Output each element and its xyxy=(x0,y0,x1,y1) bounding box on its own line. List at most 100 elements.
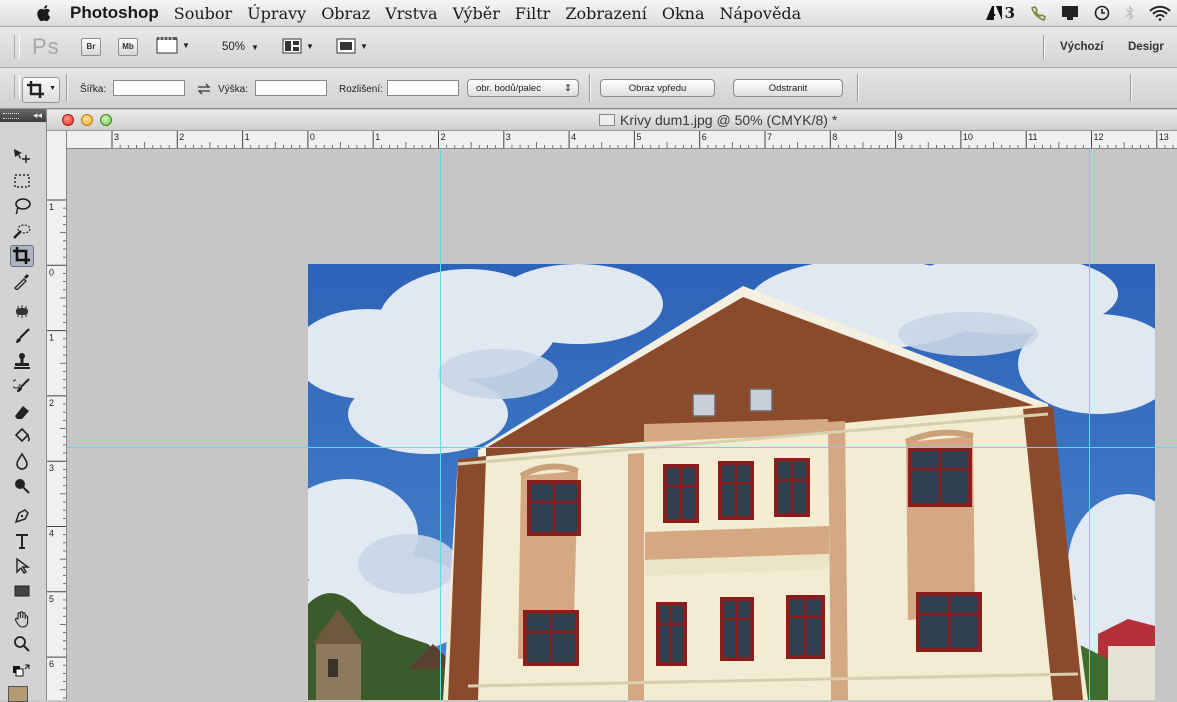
menu-help[interactable]: Nápověda xyxy=(719,4,801,23)
status-tray: 3 xyxy=(985,0,1177,26)
bluetooth-icon[interactable] xyxy=(1125,5,1135,21)
height-input[interactable] xyxy=(255,80,327,96)
vertical-ruler-ticks: 1 0 1 2 3 4 5 6 xyxy=(47,199,66,699)
blur-tool[interactable] xyxy=(10,450,34,472)
paint-bucket-tool[interactable] xyxy=(10,425,34,447)
appbar-grip xyxy=(14,35,20,59)
history-brush-tool[interactable] xyxy=(10,375,34,397)
menu-file[interactable]: Soubor xyxy=(174,4,232,23)
pen-icon xyxy=(14,509,29,524)
ruler-label: 5 xyxy=(49,594,54,604)
path-selection-tool[interactable] xyxy=(10,555,34,577)
ruler-label: 13 xyxy=(1159,132,1169,142)
horizontal-guide[interactable] xyxy=(67,447,1177,448)
swap-dimensions-icon[interactable] xyxy=(197,83,211,95)
minimize-window-button[interactable] xyxy=(81,114,93,126)
brush-icon xyxy=(16,328,30,343)
menu-app-name[interactable]: Photoshop xyxy=(70,3,159,23)
resolution-unit-select[interactable]: obr. bodů/palec ⇕ xyxy=(467,79,579,97)
view-extras-button[interactable]: ▼ xyxy=(156,36,190,54)
pen-tool[interactable] xyxy=(10,505,34,527)
horizontal-ruler[interactable]: 3 2 1 0 1 2 3 4 5 6 7 8 9 10 11 12 13 xyxy=(66,131,1177,149)
wifi-icon[interactable] xyxy=(1149,5,1171,21)
ruler-label: 10 xyxy=(963,132,973,142)
menu-image[interactable]: Obraz xyxy=(321,4,370,23)
default-colors-tool[interactable] xyxy=(10,659,34,681)
vertical-ruler[interactable]: 1 0 1 2 3 4 5 6 xyxy=(47,131,67,700)
adobe-updates-indicator[interactable]: 3 xyxy=(985,4,1015,22)
tool-preset-picker[interactable]: ▼ xyxy=(22,77,60,103)
hand-tool[interactable] xyxy=(10,608,34,630)
drop-icon xyxy=(16,452,28,470)
chevron-down-icon: ▼ xyxy=(306,41,314,51)
apple-icon[interactable] xyxy=(36,4,54,22)
eraser-tool[interactable] xyxy=(10,400,34,422)
collapse-panel-icon[interactable]: ◂◂ xyxy=(33,110,42,121)
height-label: Výška: xyxy=(218,84,249,95)
workspace-design-button[interactable]: Desigr xyxy=(1128,41,1164,53)
clear-button[interactable]: Odstranit xyxy=(733,79,843,97)
ruler-label: 1 xyxy=(49,333,54,343)
resolution-input[interactable] xyxy=(387,80,459,96)
chevron-down-icon: ▼ xyxy=(182,40,190,50)
crop-tool[interactable] xyxy=(10,245,34,267)
optbar-separator xyxy=(1130,74,1132,102)
front-image-button[interactable]: Obraz vpředu xyxy=(600,79,715,97)
marquee-tool[interactable] xyxy=(10,170,34,192)
zoom-level-value: 50% xyxy=(222,41,246,53)
crop-icon xyxy=(13,247,30,264)
quick-selection-tool[interactable] xyxy=(10,220,34,242)
time-machine-icon[interactable] xyxy=(1093,5,1111,21)
canvas-area[interactable] xyxy=(67,149,1177,700)
menu-edit[interactable]: Úpravy xyxy=(247,4,306,23)
menu-layer[interactable]: Vrstva xyxy=(385,4,437,23)
vertical-guide[interactable] xyxy=(440,149,441,700)
bridge-button[interactable]: Br xyxy=(81,38,101,56)
document-image[interactable] xyxy=(308,264,1155,700)
vertical-guide[interactable] xyxy=(1089,149,1090,700)
ruler-label: 1 xyxy=(375,132,380,142)
appbar-separator xyxy=(1043,35,1045,59)
zoom-tool[interactable] xyxy=(10,633,34,655)
hand-icon xyxy=(14,611,29,628)
phone-icon[interactable] xyxy=(1029,5,1047,21)
ruler-label: 8 xyxy=(832,132,837,142)
width-label: Šířka: xyxy=(80,84,107,95)
lasso-tool[interactable] xyxy=(10,195,34,217)
brush-tool[interactable] xyxy=(10,325,34,347)
arrange-documents-button[interactable]: ▼ xyxy=(282,38,314,54)
menu-filter[interactable]: Filtr xyxy=(515,4,550,23)
rectangle-tool[interactable] xyxy=(10,580,34,602)
menu-select[interactable]: Výběr xyxy=(453,4,500,23)
ruler-label: 12 xyxy=(1094,132,1104,142)
paint-bucket-icon xyxy=(14,427,30,443)
panel-grip xyxy=(3,113,19,119)
crop-icon xyxy=(27,81,44,98)
ruler-label: 11 xyxy=(1028,132,1037,142)
ruler-label: 3 xyxy=(506,132,511,142)
display-icon[interactable] xyxy=(1061,5,1079,21)
width-input[interactable] xyxy=(113,80,185,96)
move-tool[interactable] xyxy=(10,145,34,167)
chevron-down-icon: ▼ xyxy=(360,41,368,51)
ruler-label: 2 xyxy=(179,132,184,142)
dodge-tool[interactable] xyxy=(10,475,34,497)
eyedropper-tool[interactable] xyxy=(10,270,34,292)
workspace-default-button[interactable]: Výchozí xyxy=(1060,41,1103,53)
spot-healing-tool[interactable] xyxy=(10,300,34,322)
tools-panel-header[interactable]: ◂◂ xyxy=(0,109,46,122)
menu-view[interactable]: Zobrazení xyxy=(565,4,647,23)
bandage-icon xyxy=(16,305,28,318)
type-tool[interactable] xyxy=(10,530,34,552)
move-icon xyxy=(14,149,30,163)
clone-stamp-tool[interactable] xyxy=(10,350,34,372)
mini-bridge-button[interactable]: Mb xyxy=(118,38,138,56)
close-window-button[interactable] xyxy=(62,114,74,126)
zoom-window-button[interactable] xyxy=(100,114,112,126)
document-title-text: Krivy dum1.jpg @ 50% (CMYK/8) * xyxy=(620,112,838,128)
zoom-level-dropdown[interactable]: 50% ▼ xyxy=(222,41,259,53)
menu-window[interactable]: Okna xyxy=(662,4,705,23)
screen-mode-button[interactable]: ▼ xyxy=(336,38,368,54)
ruler-label: 2 xyxy=(49,398,54,408)
tools-panel: ◂◂ xyxy=(0,109,47,702)
